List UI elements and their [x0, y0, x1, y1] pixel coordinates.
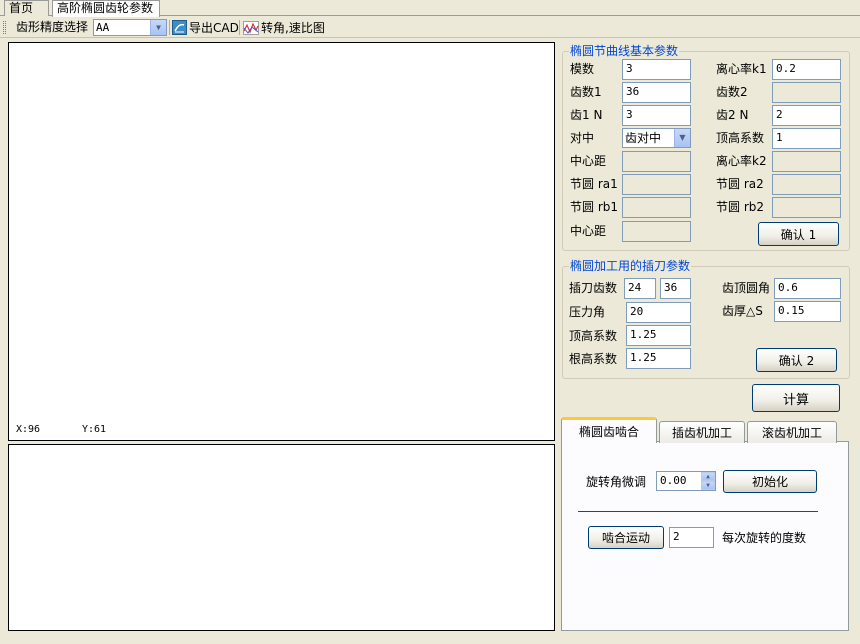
ra1-output — [622, 174, 691, 195]
z1n-label: 齿1 N — [570, 108, 603, 122]
precision-select[interactable]: AA ▼ — [93, 19, 167, 36]
divider-line — [578, 511, 818, 512]
addendum-input[interactable]: 1 — [772, 128, 841, 149]
spin-up-icon[interactable]: ▲ — [701, 472, 715, 481]
export-cad-button[interactable]: 导出CAD — [172, 19, 239, 36]
tab-ellipse-mesh[interactable]: 椭圆齿啮合 — [561, 417, 657, 443]
secondary-drawing-canvas[interactable] — [8, 444, 555, 631]
cutter-teeth-input-a[interactable]: 24 — [624, 278, 656, 299]
ratio-chart-button[interactable]: 转角,速比图 — [243, 19, 325, 36]
pitch-curve-group-title: 椭圆节曲线基本参数 — [569, 44, 680, 58]
ratio-chart-label: 转角,速比图 — [261, 20, 325, 35]
compute-button[interactable]: 计算 — [752, 384, 840, 412]
tip-round-label: 齿顶圆角 — [722, 281, 771, 295]
ra2-output — [772, 174, 841, 195]
toolbar-separator — [169, 20, 170, 35]
teeth2-input — [772, 82, 841, 103]
precision-select-value: AA — [96, 21, 110, 34]
z2n-input[interactable]: 2 — [772, 105, 841, 126]
dedendum-input[interactable]: 1.25 — [626, 348, 691, 369]
center-distance-2-output — [622, 221, 691, 242]
confirm-1-button[interactable]: 确认 1 — [758, 222, 839, 246]
teeth1-label: 齿数1 — [570, 85, 602, 99]
thickness-label: 齿厚△S — [722, 304, 763, 318]
chevron-down-icon[interactable]: ▼ — [150, 20, 166, 35]
confirm-2-button[interactable]: 确认 2 — [756, 348, 837, 372]
cutter-teeth-input-b[interactable]: 36 — [660, 278, 691, 299]
tab-hobbing[interactable]: 滚齿机加工 — [747, 421, 837, 443]
teeth2-label: 齿数2 — [716, 85, 748, 99]
cutter-addendum-input[interactable]: 1.25 — [626, 325, 691, 346]
z1n-input[interactable]: 3 — [622, 105, 691, 126]
addendum-label: 顶高系数 — [716, 131, 765, 145]
chart-icon — [243, 20, 259, 35]
module-input[interactable]: 3 — [622, 59, 691, 80]
tip-round-input[interactable]: 0.6 — [774, 278, 841, 299]
center-distance-output — [622, 151, 691, 172]
mesh-motion-button[interactable]: 啮合运动 — [588, 526, 664, 549]
spin-down-icon[interactable]: ▼ — [701, 481, 715, 490]
y-coordinate-readout: Y:61 — [82, 424, 107, 435]
export-cad-label: 导出CAD — [189, 20, 239, 35]
gear-drawing-canvas[interactable]: X:96 Y:61 — [8, 42, 555, 441]
initialize-button[interactable]: 初始化 — [723, 470, 817, 493]
rb1-output — [622, 197, 691, 218]
step-degrees-label: 每次旋转的度数 — [722, 531, 807, 545]
teeth1-input[interactable]: 36 — [622, 82, 691, 103]
toolbar: 齿形精度选择 AA ▼ 导出CAD 转角,速比图 — [0, 17, 860, 38]
doc-tab-gear-params[interactable]: 高阶椭圆齿轮参数 — [52, 0, 160, 17]
tab-shaper-cutting[interactable]: 插齿机加工 — [659, 421, 745, 443]
doc-tab-home[interactable]: 首页 — [4, 0, 49, 16]
align-label: 对中 — [570, 131, 595, 145]
x-coordinate-readout: X:96 — [16, 424, 41, 435]
ecc-k1-label: 离心率k1 — [716, 62, 767, 76]
rotate-adjust-label: 旋转角微调 — [586, 475, 647, 489]
ecc-k2-output — [772, 151, 841, 172]
thickness-input[interactable]: 0.15 — [774, 301, 841, 322]
align-select-value: 齿对中 — [625, 131, 662, 145]
rotate-adjust-spinner[interactable]: 0.00 ▲ ▼ — [656, 471, 716, 491]
toolbar-grip[interactable] — [3, 21, 6, 34]
cutter-addendum-label: 顶高系数 — [569, 329, 618, 343]
precision-label: 齿形精度选择 — [16, 20, 89, 34]
toolbar-separator — [239, 20, 240, 35]
z2n-label: 齿2 N — [716, 108, 749, 122]
pressure-angle-label: 压力角 — [569, 305, 606, 319]
dedendum-label: 根高系数 — [569, 352, 618, 366]
center-distance-2-label: 中心距 — [570, 224, 607, 238]
export-cad-icon — [172, 20, 187, 35]
cutter-teeth-label: 插刀齿数 — [569, 281, 618, 295]
ecc-k1-input[interactable]: 0.2 — [772, 59, 841, 80]
rb2-output — [772, 197, 841, 218]
cutter-params-group-title: 椭圆加工用的插刀参数 — [569, 259, 692, 273]
pressure-angle-input[interactable]: 20 — [626, 302, 691, 323]
module-label: 模数 — [570, 62, 595, 76]
document-tab-strip: 首页 高阶椭圆齿轮参数 — [0, 0, 860, 17]
chevron-down-icon[interactable]: ▼ — [674, 129, 690, 147]
ra2-label: 节圆 ra2 — [716, 177, 764, 191]
step-degrees-input[interactable]: 2 — [669, 527, 714, 548]
rb1-label: 节圆 rb1 — [570, 200, 619, 214]
center-distance-label: 中心距 — [570, 154, 607, 168]
ecc-k2-label: 离心率k2 — [716, 154, 767, 168]
rb2-label: 节圆 rb2 — [716, 200, 765, 214]
ra1-label: 节圆 ra1 — [570, 177, 618, 191]
align-select[interactable]: 齿对中 ▼ — [622, 128, 691, 148]
rotate-adjust-value: 0.00 — [660, 474, 687, 487]
